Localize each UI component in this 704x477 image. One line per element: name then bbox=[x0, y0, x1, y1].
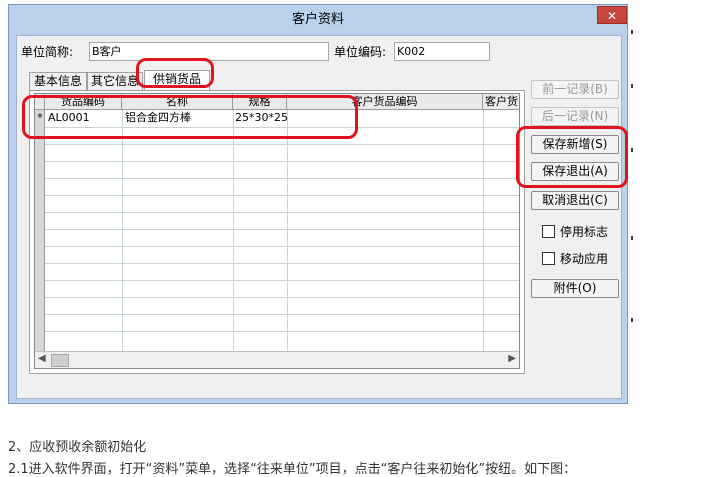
grid-rule bbox=[45, 144, 519, 145]
grid-rule bbox=[45, 212, 519, 213]
grid-rule bbox=[45, 297, 519, 298]
unit-short-field[interactable]: B客户 bbox=[89, 42, 329, 61]
page-edge-mark bbox=[631, 148, 633, 152]
grid-divider bbox=[287, 110, 288, 353]
page-edge-mark bbox=[631, 84, 633, 88]
unit-code-field[interactable]: K002 bbox=[394, 42, 490, 61]
mobile-app-label: 移动应用 bbox=[560, 252, 609, 266]
scroll-thumb[interactable] bbox=[51, 354, 69, 367]
disabled-flag-checkbox[interactable]: 停用标志 bbox=[542, 225, 608, 239]
grid-rule bbox=[45, 195, 519, 196]
grid-divider bbox=[483, 110, 484, 353]
disabled-flag-label: 停用标志 bbox=[560, 225, 609, 239]
cancel-exit-button[interactable]: 取消退出(C) bbox=[531, 191, 619, 210]
dialog-title: 客户资料 bbox=[291, 12, 344, 27]
tab-basic-info[interactable]: 基本信息 bbox=[29, 72, 87, 90]
grid-divider bbox=[233, 110, 234, 353]
grid-rule bbox=[45, 178, 519, 179]
grid-rule bbox=[45, 314, 519, 315]
scroll-left-icon[interactable]: ◀ bbox=[38, 353, 46, 364]
scroll-right-icon[interactable]: ▶ bbox=[508, 353, 516, 364]
mobile-app-checkbox[interactable]: 移动应用 bbox=[542, 252, 608, 266]
unit-short-label: 单位简称: bbox=[21, 45, 74, 59]
horizontal-scrollbar[interactable]: ◀ ▶ bbox=[35, 351, 519, 368]
attachment-button[interactable]: 附件(O) bbox=[531, 279, 619, 298]
row-indicator-column bbox=[35, 110, 45, 353]
highlight-tab bbox=[136, 58, 214, 88]
header-customer-goods[interactable]: 客户货 bbox=[483, 94, 519, 109]
checkbox-icon bbox=[542, 225, 555, 238]
next-record-button[interactable]: 后一记录(N) bbox=[531, 107, 619, 126]
grid-rule bbox=[45, 161, 519, 162]
grid-rule bbox=[45, 263, 519, 264]
grid-rule bbox=[45, 246, 519, 247]
customer-dialog: 客户资料 ✕ 单位简称: B客户 单位编码: K002 基本信息 其它信息 供销… bbox=[8, 4, 628, 404]
article-heading: 2、应收预收余额初始化 bbox=[8, 440, 147, 455]
page-edge-mark bbox=[631, 236, 633, 240]
page-edge-mark bbox=[631, 318, 633, 322]
unit-code-label: 单位编码: bbox=[334, 45, 387, 59]
prev-record-button[interactable]: 前一记录(B) bbox=[531, 80, 619, 99]
page-edge-mark bbox=[631, 30, 633, 34]
grid-divider bbox=[122, 110, 123, 353]
dialog-body: 单位简称: B客户 单位编码: K002 基本信息 其它信息 供销货品 货品编码… bbox=[16, 35, 622, 399]
checkbox-icon bbox=[542, 252, 555, 265]
tab-other-info[interactable]: 其它信息 bbox=[87, 72, 143, 90]
highlight-save-buttons bbox=[516, 126, 628, 188]
grid-rule bbox=[45, 229, 519, 230]
article-step: 2.1进入软件界面，打开“资料”菜单，选择“往来单位”项目，点击“客户往来初始化… bbox=[8, 462, 577, 477]
close-icon[interactable]: ✕ bbox=[597, 6, 627, 24]
highlight-row bbox=[22, 95, 358, 139]
grid-rule bbox=[45, 331, 519, 332]
grid-rule bbox=[45, 280, 519, 281]
